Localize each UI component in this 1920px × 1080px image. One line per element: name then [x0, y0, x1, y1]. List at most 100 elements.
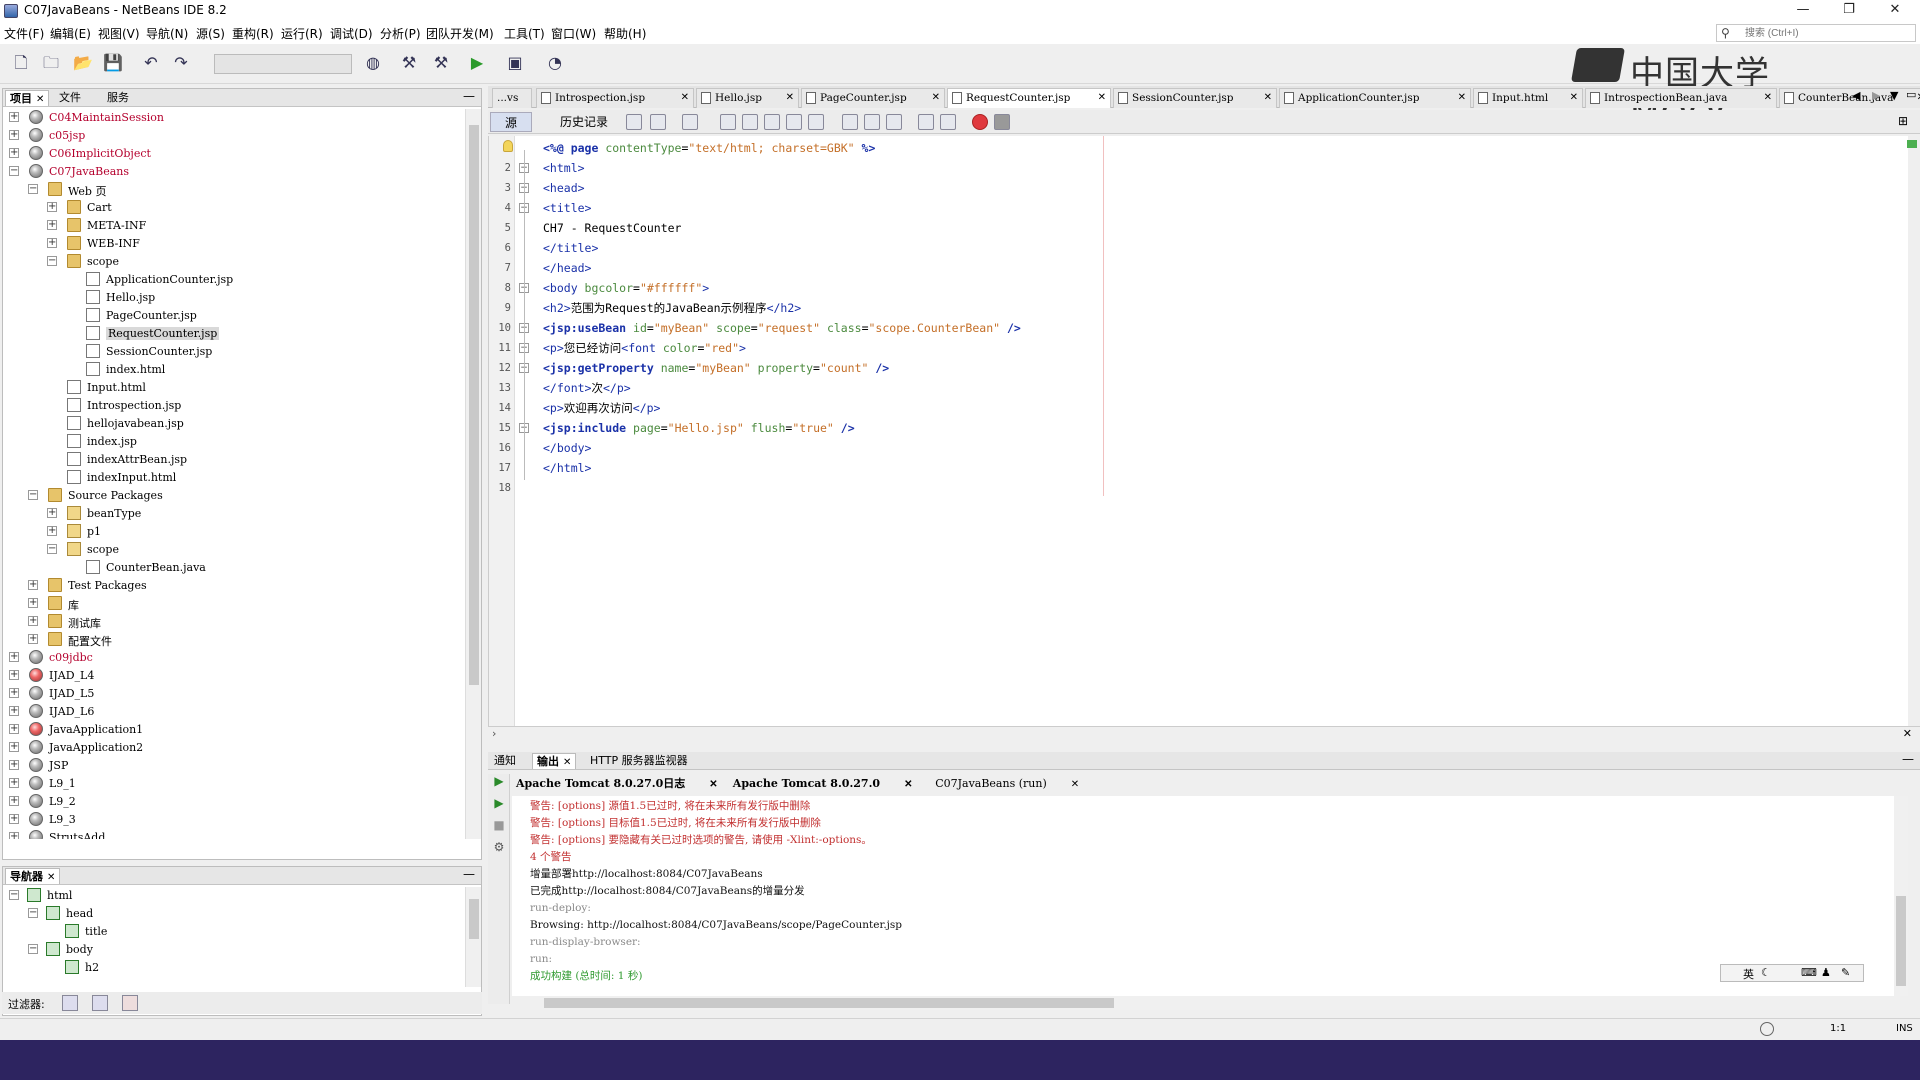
navigator-item[interactable]: h2 [3, 959, 463, 977]
expand-icon[interactable]: + [47, 526, 57, 536]
run-tab[interactable]: C07JavaBeans (run) ✕ [935, 774, 1079, 794]
close-icon[interactable]: ✕ [47, 872, 55, 883]
toggle-highlight-icon[interactable] [786, 114, 802, 130]
menu-file[interactable]: 文件(F) [4, 25, 44, 42]
tree-item[interactable]: hellojavabean.jsp [3, 415, 463, 433]
tree-item[interactable]: + C06ImplicitObject [3, 145, 463, 163]
expand-icon[interactable]: + [9, 688, 19, 698]
tree-item[interactable]: + p1 [3, 523, 463, 541]
editor-tab[interactable]: PageCounter.jsp ✕ [801, 88, 945, 108]
expand-icon[interactable]: + [28, 598, 38, 608]
expand-icon[interactable]: + [9, 112, 19, 122]
new-project-icon[interactable]: 🗀 [40, 52, 62, 74]
expand-icon[interactable]: + [47, 220, 57, 230]
tree-item[interactable]: + JavaApplication2 [3, 739, 463, 757]
tree-item[interactable]: + IJAD_L5 [3, 685, 463, 703]
collapse-icon[interactable]: − [28, 908, 38, 918]
close-tab-icon[interactable]: ✕ [1458, 89, 1466, 107]
back-icon[interactable] [650, 114, 666, 130]
filter-toggle-icon[interactable] [62, 995, 78, 1011]
close-button[interactable]: ✕ [1872, 0, 1918, 22]
run-icon[interactable]: ▶ [466, 52, 488, 74]
editor-tabs-overflow[interactable]: ...vs [492, 88, 532, 108]
expand-arrow-icon[interactable]: › [492, 727, 496, 740]
tree-item[interactable]: index.jsp [3, 433, 463, 451]
close-tab-icon[interactable]: ✕ [681, 89, 689, 107]
run-tab[interactable]: Apache Tomcat 8.0.27.0 ✕ [733, 774, 913, 794]
expand-icon[interactable]: + [9, 832, 19, 839]
menu-window[interactable]: 窗口(W) [551, 25, 596, 42]
close-tab-icon[interactable]: ✕ [1917, 89, 1920, 107]
navigator-scrollbar[interactable] [465, 887, 481, 987]
toggle-rect-select-icon[interactable] [808, 114, 824, 130]
quick-search[interactable]: ⚲ [1716, 24, 1916, 42]
new-file-icon[interactable]: 🗋 [10, 52, 32, 74]
close-tab-icon[interactable]: ✕ [709, 779, 717, 790]
menu-debug[interactable]: 调试(D) [330, 25, 373, 42]
source-view-tab[interactable]: 源 [490, 112, 533, 132]
tree-item[interactable]: + c05jsp [3, 127, 463, 145]
last-edit-icon[interactable] [626, 114, 642, 130]
menu-edit[interactable]: 编辑(E) [50, 25, 91, 42]
find-selection-icon[interactable] [720, 114, 736, 130]
moon-icon[interactable]: ☾ [1761, 966, 1771, 979]
tree-item[interactable]: + StrutsAdd [3, 829, 463, 839]
ime-toolbar[interactable]: 英 ☾ ⌨ ♟ ✎ [1720, 964, 1864, 982]
collapse-icon[interactable]: − [9, 890, 19, 900]
close-tab-icon[interactable]: ✕ [1264, 89, 1272, 107]
close-tab-icon[interactable]: ✕ [1071, 779, 1079, 790]
menu-navigate[interactable]: 导航(N) [146, 25, 188, 42]
scroll-thumb[interactable] [469, 125, 479, 685]
tree-item[interactable]: + c09jdbc [3, 649, 463, 667]
tree-item[interactable]: Input.html [3, 379, 463, 397]
hint-lightbulb-icon[interactable] [503, 140, 513, 152]
tree-item[interactable]: Introspection.jsp [3, 397, 463, 415]
menu-run[interactable]: 运行(R) [281, 25, 323, 42]
find-next-icon[interactable] [764, 114, 780, 130]
tree-item[interactable]: + L9_3 [3, 811, 463, 829]
minimize-panel-icon[interactable]: — [463, 867, 475, 881]
tab-http-monitor[interactable]: HTTP 服务器监视器 [586, 753, 692, 769]
user-icon[interactable]: ♟ [1821, 966, 1831, 979]
menu-view[interactable]: 视图(V) [98, 25, 140, 42]
minimize-panel-icon[interactable]: — [1902, 752, 1914, 766]
history-view-tab[interactable]: 历史记录 [546, 112, 622, 132]
expand-icon[interactable]: + [9, 796, 19, 806]
expand-icon[interactable]: + [9, 130, 19, 140]
tab-output[interactable]: 输出 ✕ [532, 753, 577, 769]
toggle-bookmark-icon[interactable] [886, 114, 902, 130]
navigator-item[interactable]: title [3, 923, 463, 941]
tree-item[interactable]: + 库 [3, 595, 463, 613]
tree-item[interactable]: + Test Packages [3, 577, 463, 595]
tree-item[interactable]: CounterBean.java [3, 559, 463, 577]
editor-tab[interactable]: IntrospectionBean.java ✕ [1585, 88, 1777, 108]
navigator-item[interactable]: − head [3, 905, 463, 923]
tree-item[interactable]: + IJAD_L4 [3, 667, 463, 685]
save-all-icon[interactable]: 💾 [102, 52, 124, 74]
collapse-icon[interactable]: − [28, 490, 38, 500]
close-tab-icon[interactable]: ✕ [786, 89, 794, 107]
expand-icon[interactable]: + [47, 508, 57, 518]
expand-icon[interactable]: + [28, 580, 38, 590]
collapse-icon[interactable]: − [47, 256, 57, 266]
expand-icon[interactable]: + [9, 652, 19, 662]
navigator-item[interactable]: − body [3, 941, 463, 959]
tree-item[interactable]: + META-INF [3, 217, 463, 235]
prev-bookmark-icon[interactable] [842, 114, 858, 130]
notification-icon[interactable] [1760, 1022, 1774, 1036]
expand-icon[interactable]: + [9, 760, 19, 770]
expand-icon[interactable]: + [9, 706, 19, 716]
tree-item[interactable]: − scope [3, 541, 463, 559]
menu-team[interactable]: 团队开发(M) [426, 25, 494, 42]
close-tab-icon[interactable]: ✕ [932, 89, 940, 107]
expand-icon[interactable]: + [9, 148, 19, 158]
menu-refactor[interactable]: 重构(R) [232, 25, 274, 42]
clean-build-icon[interactable]: ⚒ [430, 52, 452, 74]
find-previous-icon[interactable] [742, 114, 758, 130]
close-tab-icon[interactable]: ✕ [1764, 89, 1772, 107]
expand-icon[interactable]: + [28, 634, 38, 644]
scroll-tabs-left-icon[interactable]: ◀ [1852, 89, 1860, 102]
navigator-item[interactable]: − html [3, 887, 463, 905]
editor-tab[interactable]: Input.html ✕ [1473, 88, 1583, 108]
filter-link-icon[interactable] [92, 995, 108, 1011]
